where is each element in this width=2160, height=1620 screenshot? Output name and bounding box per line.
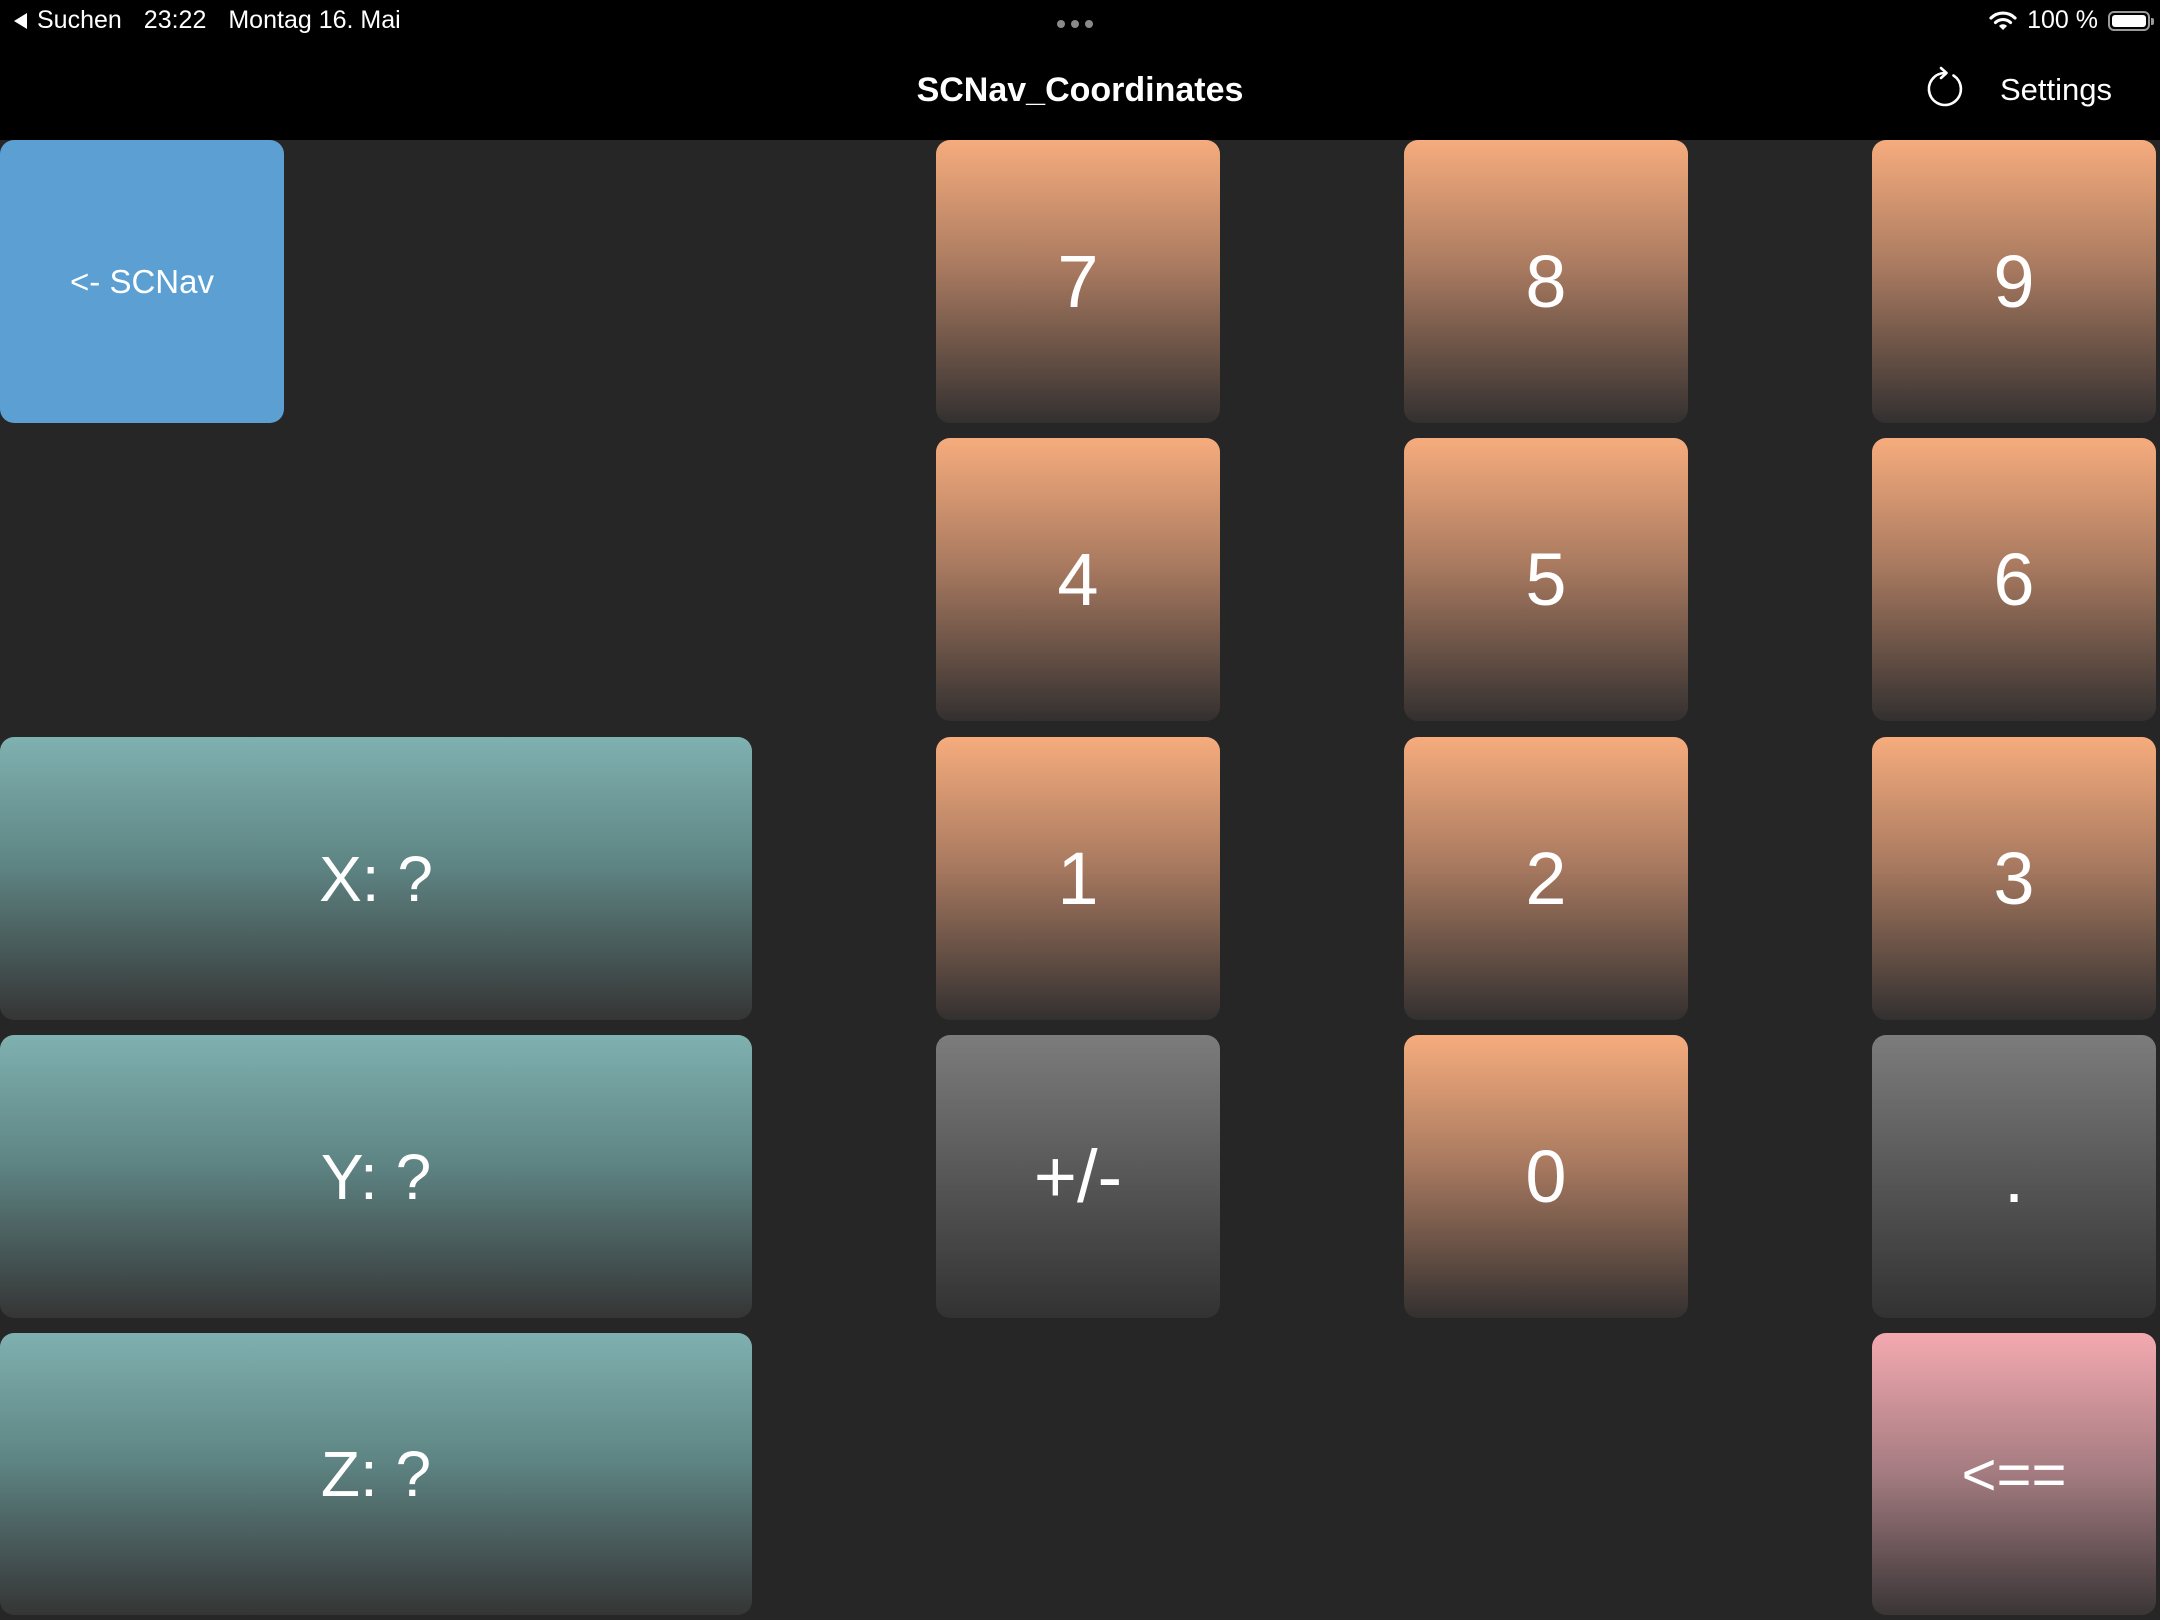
key-5-label: 5: [1525, 538, 1567, 621]
key-2-button[interactable]: 2: [1404, 737, 1688, 1020]
key-4-label: 4: [1057, 538, 1099, 621]
sign-toggle-label: +/-: [1033, 1135, 1123, 1218]
key-3-label: 3: [1993, 837, 2035, 920]
refresh-button[interactable]: [1918, 62, 1972, 116]
key-1-label: 1: [1057, 837, 1099, 920]
key-8-label: 8: [1525, 240, 1567, 323]
back-to-scnav-label: <- SCNav: [70, 262, 214, 300]
status-time: 23:22: [143, 6, 207, 34]
y-coordinate-button[interactable]: Y: ?: [0, 1035, 752, 1318]
wifi-icon: [1989, 10, 2017, 30]
x-coordinate-button[interactable]: X: ?: [0, 737, 752, 1020]
key-3-button[interactable]: 3: [1872, 737, 2156, 1020]
z-coordinate-button[interactable]: Z: ?: [0, 1333, 752, 1615]
backspace-button[interactable]: <==: [1872, 1333, 2156, 1615]
sign-toggle-button[interactable]: +/-: [936, 1035, 1220, 1318]
backspace-label: <==: [1961, 1440, 2067, 1508]
refresh-icon: [1927, 66, 1963, 107]
key-2-label: 2: [1525, 837, 1567, 920]
multitasking-handle-icon[interactable]: [1057, 20, 1093, 28]
decimal-point-label: .: [2003, 1135, 2025, 1218]
status-left: Suchen 23:22 Montag 16. Mai: [14, 6, 401, 35]
key-4-button[interactable]: 4: [936, 438, 1220, 721]
status-right: 100 %: [1989, 6, 2154, 35]
key-8-button[interactable]: 8: [1404, 140, 1688, 423]
decimal-point-button[interactable]: .: [1872, 1035, 2156, 1318]
battery-icon: [2108, 10, 2154, 31]
key-0-button[interactable]: 0: [1404, 1035, 1688, 1318]
app-screen: Suchen 23:22 Montag 16. Mai 100 % SCNav_…: [0, 0, 2160, 1620]
back-to-app-icon[interactable]: [14, 12, 27, 29]
back-to-app-label[interactable]: Suchen: [37, 6, 122, 35]
back-to-scnav-button[interactable]: <- SCNav: [0, 140, 284, 423]
page-title: SCNav_Coordinates: [916, 71, 1244, 109]
key-0-label: 0: [1525, 1135, 1567, 1218]
key-7-label: 7: [1057, 240, 1099, 323]
key-9-button[interactable]: 9: [1872, 140, 2156, 423]
y-coordinate-label: Y: ?: [320, 1140, 432, 1213]
key-6-label: 6: [1993, 538, 2035, 621]
settings-button[interactable]: Settings: [2000, 40, 2112, 140]
key-7-button[interactable]: 7: [936, 140, 1220, 423]
key-6-button[interactable]: 6: [1872, 438, 2156, 721]
key-1-button[interactable]: 1: [936, 737, 1220, 1020]
z-coordinate-label: Z: ?: [320, 1438, 432, 1510]
x-coordinate-label: X: ?: [319, 842, 433, 915]
battery-percentage: 100 %: [2027, 6, 2098, 34]
status-bar: Suchen 23:22 Montag 16. Mai 100 %: [0, 0, 2160, 40]
key-5-button[interactable]: 5: [1404, 438, 1688, 721]
navigation-bar: SCNav_Coordinates Settings: [0, 40, 2160, 140]
status-date: Montag 16. Mai: [228, 6, 401, 34]
key-9-label: 9: [1993, 240, 2035, 323]
